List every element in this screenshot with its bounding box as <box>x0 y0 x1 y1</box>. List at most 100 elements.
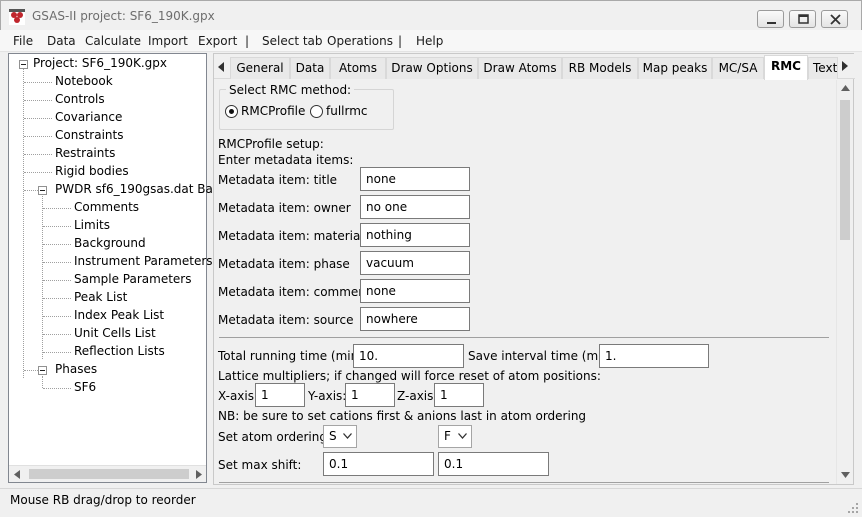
menu-import[interactable]: Import <box>148 34 188 48</box>
tab-text[interactable]: Text <box>808 57 838 79</box>
metadata-owner-input[interactable]: no one <box>360 195 470 219</box>
tree-item-sample-parameters[interactable]: Sample Parameters <box>74 272 192 286</box>
menu-data[interactable]: Data <box>47 34 76 48</box>
tab-data[interactable]: Data <box>290 57 330 79</box>
minimize-button[interactable] <box>757 10 784 28</box>
section-divider <box>219 337 829 338</box>
tree-item-pwdr[interactable]: PWDR sf6_190gsas.dat Bank <box>55 182 227 196</box>
maximize-icon <box>798 14 809 24</box>
metadata-phase-input[interactable]: vacuum <box>360 251 470 275</box>
gsas-app-icon <box>9 9 25 25</box>
maximize-button[interactable] <box>789 10 816 28</box>
tree-item-index-peak-list[interactable]: Index Peak List <box>74 308 164 322</box>
tree-item-constraints[interactable]: Constraints <box>55 128 123 142</box>
metadata-owner-label: Metadata item: owner <box>218 201 351 215</box>
rmc-method-group: Select RMC method: RMCProfile fullrmc <box>219 83 394 130</box>
tree-horizontal-scrollbar[interactable] <box>9 465 206 482</box>
tree-guide-line <box>43 208 71 209</box>
radio-rmcprofile[interactable] <box>225 105 238 118</box>
tree-guide-line <box>43 244 71 245</box>
tree-guide-line <box>43 262 71 263</box>
menu-export[interactable]: Export <box>198 34 237 48</box>
collapse-toggle-icon[interactable] <box>38 366 47 375</box>
menu-operations[interactable]: Operations <box>327 34 393 48</box>
scrollbar-thumb[interactable] <box>29 469 189 479</box>
tree-guide-line <box>24 370 38 371</box>
atom-order-select-2[interactable]: F <box>438 425 472 448</box>
atom-ordering-label: Set atom ordering: <box>218 430 332 444</box>
tree-guide-line <box>24 190 38 191</box>
tab-scroll-left-icon[interactable] <box>217 62 225 72</box>
tree-item-phases[interactable]: Phases <box>55 362 97 376</box>
radio-fullrmc-label[interactable]: fullrmc <box>326 104 368 118</box>
collapse-toggle-icon[interactable] <box>38 186 47 195</box>
tree-item-covariance[interactable]: Covariance <box>55 110 122 124</box>
window-title: GSAS-II project: SF6_190K.gpx <box>32 9 215 23</box>
z-axis-input[interactable]: 1 <box>434 383 484 407</box>
metadata-source-input[interactable]: nowhere <box>360 307 470 331</box>
tree-item-reflection-lists[interactable]: Reflection Lists <box>74 344 165 358</box>
scroll-left-icon[interactable] <box>13 470 21 479</box>
tab-rb-models[interactable]: RB Models <box>562 57 638 79</box>
tree-guide-line <box>24 136 52 137</box>
run-time-input[interactable]: 10. <box>353 344 464 368</box>
ordering-note: NB: be sure to set cations first & anion… <box>218 409 587 423</box>
tree-item-background[interactable]: Background <box>74 236 146 250</box>
menu-help[interactable]: Help <box>416 34 443 48</box>
atom-order-value-1: S <box>329 429 337 443</box>
atom-order-select-1[interactable]: S <box>323 425 357 448</box>
tab-scroll-right-icon[interactable] <box>841 61 849 71</box>
tree-guide-line <box>23 68 24 378</box>
tab-rmc[interactable]: RMC <box>764 55 808 80</box>
x-axis-input[interactable]: 1 <box>255 383 305 407</box>
menu-select-tab[interactable]: Select tab <box>262 34 323 48</box>
tab-draw-options[interactable]: Draw Options <box>386 57 478 79</box>
tree-project-root[interactable]: Project: SF6_190K.gpx <box>33 56 167 70</box>
tree-guide-line <box>24 118 52 119</box>
tree-item-comments[interactable]: Comments <box>74 200 139 214</box>
collapse-toggle-icon[interactable] <box>19 60 28 69</box>
section-divider <box>219 482 829 483</box>
menu-file[interactable]: File <box>13 34 33 48</box>
tree-item-restraints[interactable]: Restraints <box>55 146 115 160</box>
scrollbar-thumb[interactable] <box>840 100 850 240</box>
tree-guide-line <box>43 298 71 299</box>
tree-item-peak-list[interactable]: Peak List <box>74 290 127 304</box>
tab-strip: General Data Atoms Draw Options Draw Ato… <box>214 54 855 80</box>
tab-draw-atoms[interactable]: Draw Atoms <box>478 57 562 79</box>
scroll-up-icon[interactable] <box>841 85 850 91</box>
tab-general[interactable]: General <box>230 57 290 79</box>
scroll-down-icon[interactable] <box>841 472 850 478</box>
tree-guide-line <box>24 100 52 101</box>
tree-item-instrument-parameters[interactable]: Instrument Parameters <box>74 254 213 268</box>
menu-calculate[interactable]: Calculate <box>85 34 141 48</box>
minimize-icon <box>767 22 776 24</box>
menu-separator: | <box>398 34 403 48</box>
radio-rmcprofile-label[interactable]: RMCProfile <box>241 104 305 118</box>
tree-item-limits[interactable]: Limits <box>74 218 110 232</box>
tab-atoms[interactable]: Atoms <box>330 57 386 79</box>
save-interval-input[interactable]: 1. <box>599 344 709 368</box>
metadata-material-input[interactable]: nothing <box>360 223 470 247</box>
close-button[interactable] <box>821 10 848 28</box>
tab-map-peaks[interactable]: Map peaks <box>638 57 712 79</box>
resize-grip-icon[interactable] <box>847 502 859 514</box>
metadata-source-label: Metadata item: source <box>218 313 354 327</box>
max-shift-input-2[interactable]: 0.1 <box>438 452 549 476</box>
tree-guide-line <box>43 316 71 317</box>
tree-item-controls[interactable]: Controls <box>55 92 105 106</box>
metadata-comment-input[interactable]: none <box>360 279 470 303</box>
scroll-right-icon[interactable] <box>195 470 203 479</box>
tab-mc-sa[interactable]: MC/SA <box>712 57 764 79</box>
max-shift-label: Set max shift: <box>218 458 302 472</box>
radio-fullrmc[interactable] <box>310 105 323 118</box>
metadata-title-input[interactable]: none <box>360 167 470 191</box>
data-tree[interactable]: Project: SF6_190K.gpx Notebook Controls … <box>8 53 227 483</box>
tree-item-sf6[interactable]: SF6 <box>74 380 97 394</box>
tree-item-notebook[interactable]: Notebook <box>55 74 113 88</box>
tree-item-unit-cells-list[interactable]: Unit Cells List <box>74 326 156 340</box>
y-axis-input[interactable]: 1 <box>345 383 395 407</box>
content-vertical-scrollbar[interactable] <box>836 80 853 484</box>
max-shift-input-1[interactable]: 0.1 <box>323 452 434 476</box>
tree-item-rigid-bodies[interactable]: Rigid bodies <box>55 164 129 178</box>
